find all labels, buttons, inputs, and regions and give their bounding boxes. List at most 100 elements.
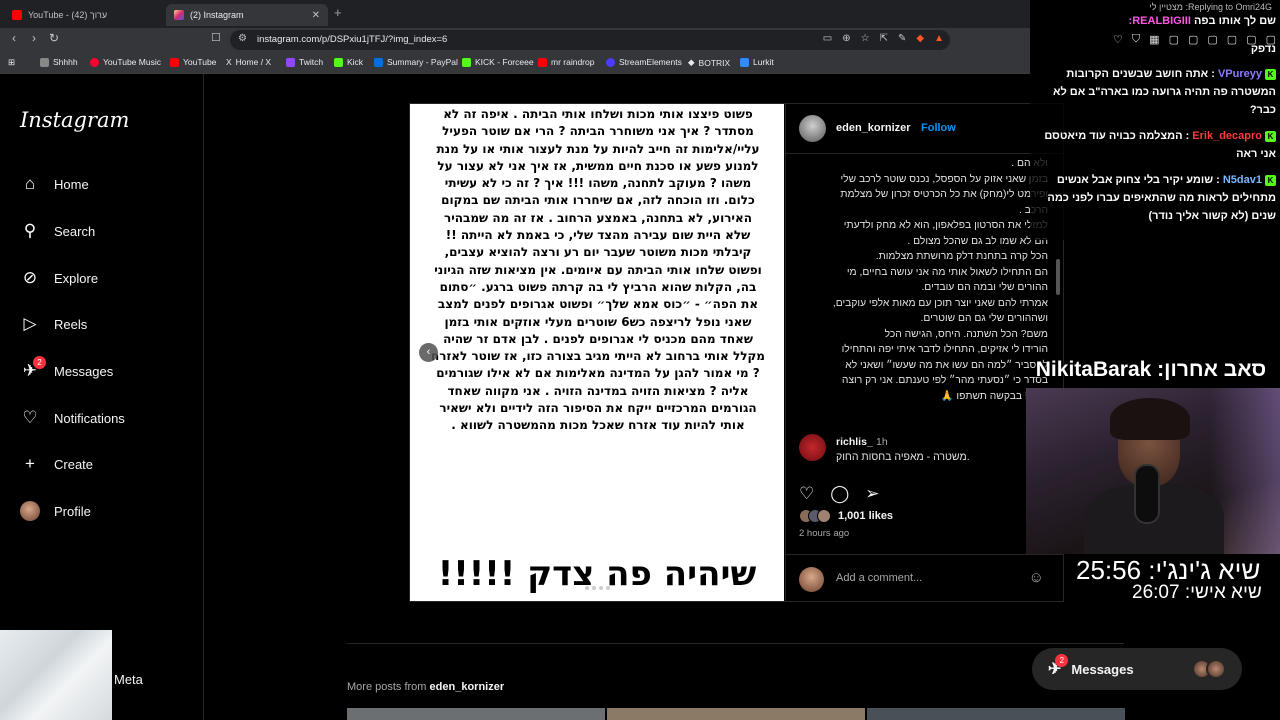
- sidebar-item-search[interactable]: ⚲ Search: [20, 221, 95, 241]
- meta-label[interactable]: Meta: [114, 672, 143, 687]
- sidebar-item-notifications[interactable]: ♡ Notifications: [20, 408, 125, 428]
- bookmark-item[interactable]: KICK - Forceee: [462, 57, 534, 67]
- paypal-icon: [374, 57, 383, 67]
- back-icon[interactable]: ‹: [6, 31, 22, 45]
- chat-text: שם לך אותו בפה: [1193, 15, 1276, 27]
- carousel-dots: [585, 586, 610, 590]
- carousel-prev-button[interactable]: ‹: [419, 343, 438, 362]
- brave-shield-icon[interactable]: ◆: [916, 33, 924, 44]
- tab-instagram[interactable]: (2) Instagram ✕: [166, 4, 328, 26]
- comment-text: משטרה - מאפיה בחסות החוק.: [836, 451, 970, 463]
- stream-chat-overlay: Replying to Omri24G: מצטיין לי שם לך אות…: [1030, 0, 1280, 240]
- comment-time: 1h: [876, 436, 888, 448]
- instagram-logo[interactable]: Instagram: [20, 108, 129, 132]
- sidebar-item-create[interactable]: + Create: [20, 454, 93, 474]
- likes-count[interactable]: 1,001 likes: [838, 510, 893, 522]
- folder-icon: [40, 57, 49, 67]
- avatar: [20, 501, 40, 521]
- bookmark-icon[interactable]: ☐: [211, 31, 221, 44]
- floating-messages-button[interactable]: ✈ 2 Messages: [1032, 648, 1242, 690]
- sidebar-item-label: Notifications: [54, 410, 125, 426]
- plus-icon: +: [25, 454, 35, 473]
- sidebar-item-label: Reels: [54, 316, 88, 332]
- post-header: eden_kornizer Follow: [786, 104, 1064, 154]
- sidebar-item-label: Search: [54, 223, 96, 239]
- bookmark-item[interactable]: Summary - PayPal: [374, 57, 458, 67]
- post-thumbnail[interactable]: [347, 708, 605, 720]
- home-icon: ⌂: [24, 174, 36, 193]
- add-comment-input[interactable]: Add a comment...: [836, 572, 922, 584]
- caption-scrollbar[interactable]: [1056, 259, 1060, 295]
- heart-icon: ♡: [22, 408, 38, 427]
- address-bar[interactable]: ⚙ instagram.com/p/DSPxiu1jTFJ/?img_index…: [230, 30, 950, 50]
- posted-time: 2 hours ago: [799, 528, 850, 539]
- bookmark-item[interactable]: YouTube Music: [90, 57, 161, 67]
- chat-message: שם לך אותו בפה REALBIGIII:: [1129, 15, 1276, 27]
- kick-badge-icon: K: [1265, 130, 1276, 142]
- chat-username: N5dav1: [1222, 174, 1262, 186]
- url-text[interactable]: instagram.com/p/DSPxiu1jTFJ/?img_index=6: [257, 34, 447, 45]
- sidebar-item-explore[interactable]: ⊘ Explore: [20, 268, 98, 288]
- sidebar-item-profile[interactable]: Profile: [20, 501, 91, 521]
- explore-icon: ⊘: [22, 268, 38, 287]
- bookmark-item[interactable]: Lurkit: [740, 57, 774, 67]
- omnibox-actions: ▭ ⊕ ☆ ⇱ ✎ ◆ ▲: [823, 33, 944, 44]
- site-info-icon[interactable]: ⚙: [238, 33, 247, 44]
- bookmark-item[interactable]: Twitch: [286, 57, 323, 67]
- more-posts-grid: [347, 708, 1125, 720]
- bookmarks-bar: ⊞ Shhhh YouTube Music YouTube X Home / X …: [0, 52, 1030, 74]
- tab-youtube[interactable]: YouTube - ערוך (42): [4, 4, 164, 26]
- instagram-sidebar: Instagram ⌂ Home ⚲ Search ⊘ Explore ▷ Re…: [0, 74, 204, 720]
- youtube-music-icon: [90, 57, 99, 67]
- sidebar-item-label: Messages: [54, 363, 114, 379]
- sidebar-item-messages[interactable]: ✈ 2 Messages: [20, 356, 114, 381]
- post-thumbnail[interactable]: [607, 708, 865, 720]
- bookmark-item[interactable]: YouTube: [170, 57, 216, 67]
- share-icon[interactable]: ➢: [865, 484, 879, 504]
- commenter-avatar[interactable]: [799, 434, 826, 461]
- extension-icon[interactable]: ✎: [898, 33, 906, 44]
- bookmark-item[interactable]: Kick: [334, 57, 363, 67]
- browser-toolbar: ‹ › ↻ ☐ ⚙ instagram.com/p/DSPxiu1jTFJ/?i…: [0, 28, 1030, 52]
- messages-icon: ✈ 2: [1048, 654, 1069, 679]
- sidebar-item-home[interactable]: ⌂ Home: [20, 174, 89, 194]
- comment-icon[interactable]: ◯: [830, 484, 849, 504]
- bookmark-item[interactable]: X Home / X: [226, 57, 271, 67]
- avatar: [817, 509, 831, 523]
- bookmark-label: Home / X: [235, 57, 272, 67]
- post-thumbnail[interactable]: [867, 708, 1125, 720]
- sidebar-item-label: Home: [54, 176, 89, 192]
- share-icon[interactable]: ⇱: [880, 33, 888, 44]
- cast-icon[interactable]: ▭: [823, 33, 832, 44]
- bookmark-label: StreamElements: [619, 57, 682, 67]
- sidebar-item-reels[interactable]: ▷ Reels: [20, 314, 87, 334]
- bookmark-item[interactable]: mr raindrop: [538, 57, 594, 67]
- bookmark-item[interactable]: StreamElements: [606, 57, 682, 67]
- bookmark-label: mr raindrop: [551, 57, 595, 67]
- post-image[interactable]: פשוט פיצצו אותי מכות ושלחו אותי הביתה . …: [410, 104, 784, 601]
- floating-messages-label: Messages: [1071, 661, 1134, 677]
- kick-badge-icon: K: [1265, 68, 1276, 80]
- forward-icon[interactable]: ›: [26, 31, 42, 45]
- star-icon[interactable]: ☆: [861, 33, 870, 44]
- likes-row: 1,001 likes: [799, 509, 893, 523]
- follow-button[interactable]: Follow: [921, 122, 956, 134]
- emoji-icon[interactable]: ☺: [1029, 569, 1044, 586]
- apps-icon[interactable]: ⊞: [8, 57, 15, 68]
- chat-username: REALBIGIII:: [1128, 15, 1191, 27]
- chat-message: KVPureyy : אתה חושב שבשנים הקרובות המשטר…: [1052, 68, 1276, 116]
- more-posts-user[interactable]: eden_kornizer: [430, 681, 505, 693]
- like-icon[interactable]: ♡: [799, 484, 814, 504]
- bookmark-item[interactable]: Shhhh: [40, 57, 78, 67]
- close-icon[interactable]: ✕: [312, 10, 320, 21]
- sidebar-item-label: Create: [54, 456, 94, 472]
- author-avatar[interactable]: [799, 115, 826, 142]
- chat-username: Erik_decapro: [1192, 130, 1262, 142]
- bookmark-item[interactable]: ◆ BOTRIX: [688, 57, 730, 68]
- brave-rewards-icon[interactable]: ▲: [934, 33, 944, 44]
- new-tab-icon[interactable]: +: [334, 5, 342, 20]
- reload-icon[interactable]: ↻: [46, 31, 62, 45]
- commenter-username[interactable]: richlis_: [836, 436, 873, 448]
- zoom-icon[interactable]: ⊕: [842, 33, 850, 44]
- author-username[interactable]: eden_kornizer: [836, 122, 911, 134]
